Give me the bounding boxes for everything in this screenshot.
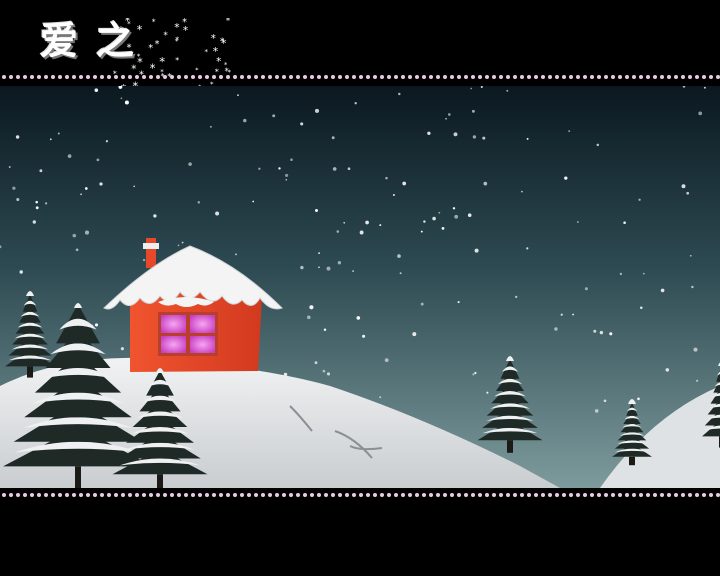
svg-text:*: * — [127, 43, 132, 54]
svg-text:*: * — [155, 39, 160, 50]
top-dotted-border — [2, 75, 720, 79]
svg-text:*: * — [159, 55, 165, 69]
svg-text:*: * — [175, 56, 179, 65]
svg-text:*: * — [148, 43, 153, 54]
svg-text:*: * — [152, 18, 156, 27]
svg-text:*: * — [195, 66, 198, 74]
svg-text:*: * — [220, 37, 225, 47]
svg-text:*: * — [175, 38, 179, 46]
svg-text:*: * — [150, 61, 156, 75]
svg-text:*: * — [183, 25, 188, 37]
svg-text:*: * — [163, 31, 168, 41]
svg-text:*: * — [174, 21, 180, 34]
winter-scene — [0, 86, 720, 488]
svg-text:*: * — [137, 23, 143, 36]
svg-text:*: * — [211, 34, 216, 45]
svg-text:*: * — [118, 23, 124, 37]
svg-text:*: * — [127, 19, 131, 28]
svg-text:*: * — [204, 47, 208, 56]
svg-text:*: * — [226, 18, 230, 26]
bottom-dotted-border — [2, 493, 720, 497]
glowing-window — [158, 312, 218, 356]
slideshow-frame: 爱之 * * * * * * * * * * * * * * * * * * * * * * * * * * * * * * * * * * * * *… — [0, 0, 720, 576]
svg-text:*: * — [137, 56, 143, 69]
